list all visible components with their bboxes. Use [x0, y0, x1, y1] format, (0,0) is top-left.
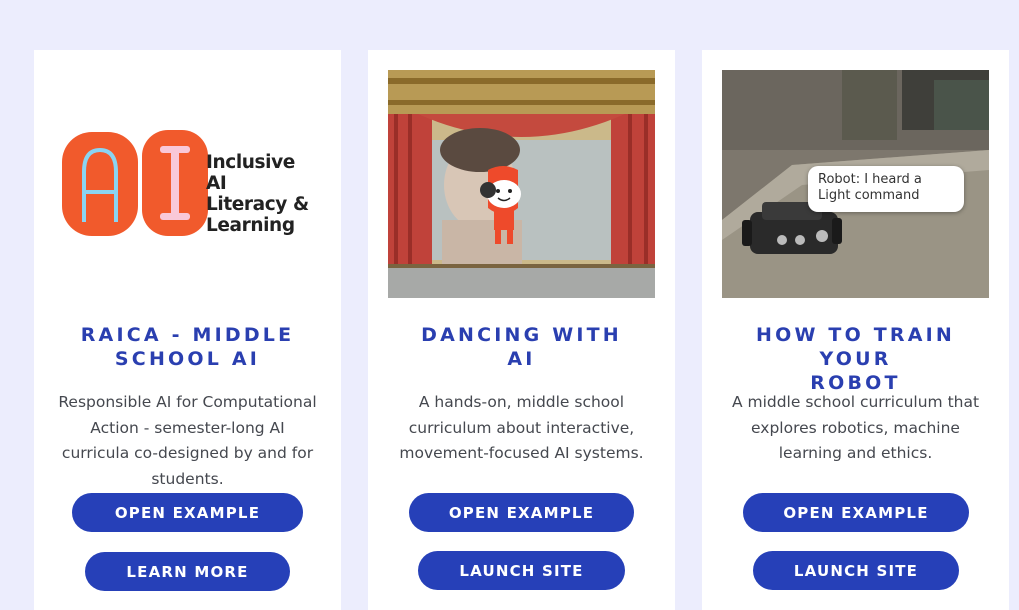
learn-more-button[interactable]: LEARN MORE [85, 552, 290, 591]
inclusive-ai-logo: Inclusive AI Literacy & Learning [54, 70, 321, 298]
course-card-dancing-with-ai: DANCING WITH AI A hands-on, middle schoo… [368, 50, 675, 610]
robot-speech-bubble: Robot: I heard a Light command [808, 166, 964, 212]
course-card-train-your-robot: Robot: I heard a Light command HOW TO TR… [702, 50, 1009, 610]
card-title: RAICA - MIDDLE SCHOOL AI [80, 324, 295, 370]
open-example-button[interactable]: OPEN EXAMPLE [743, 493, 969, 532]
card-description: A middle school curriculum that explores… [731, 393, 980, 462]
card-title: DANCING WITH AI [421, 324, 622, 370]
course-card-raica: Inclusive AI Literacy & Learning RAICA -… [34, 50, 341, 610]
card-description: A hands-on, middle school curriculum abo… [399, 393, 644, 462]
open-example-button[interactable]: OPEN EXAMPLE [409, 493, 634, 532]
launch-site-button[interactable]: LAUNCH SITE [418, 551, 625, 590]
launch-site-button[interactable]: LAUNCH SITE [753, 551, 959, 590]
robot-photo: Robot: I heard a Light command [722, 70, 989, 298]
open-example-button[interactable]: OPEN EXAMPLE [72, 493, 303, 532]
card-description: Responsible AI for Computational Action … [58, 393, 317, 488]
logo-wordmark: Inclusive AI Literacy & Learning [206, 152, 309, 236]
ai-logo-mark-icon [62, 130, 208, 236]
puppet-theater-icon [388, 70, 655, 298]
dancing-stage-image [388, 70, 655, 298]
card-title: HOW TO TRAIN YOUR ROBOT [755, 324, 956, 394]
